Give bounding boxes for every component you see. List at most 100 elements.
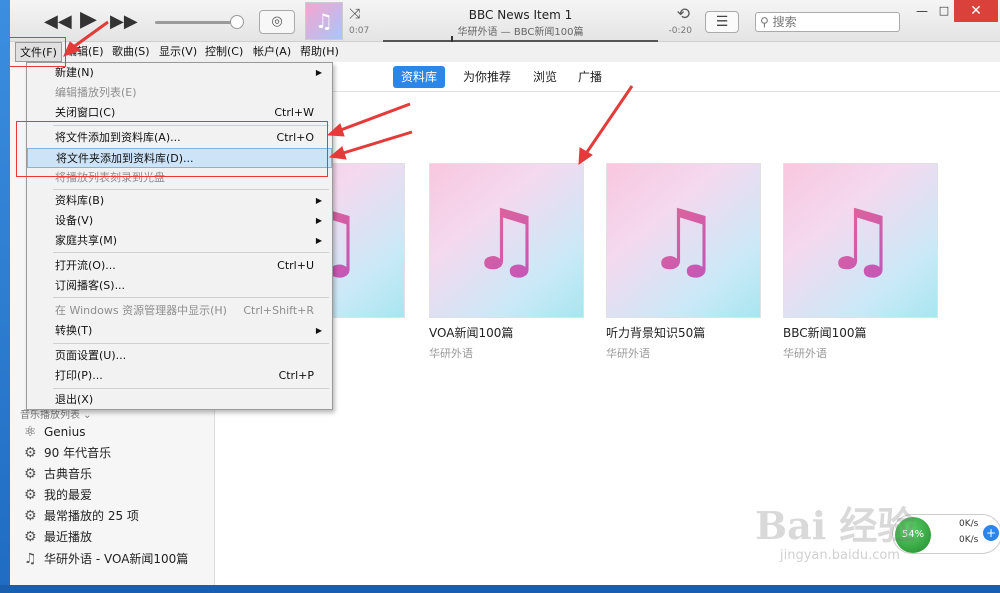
menu-help[interactable]: 帮助(H) [296,42,343,62]
remaining-time: -0:20 [668,26,692,36]
menu-item-show-in-explorer: 在 Windows 资源管理器中显示(H) Ctrl+Shift+R [27,301,332,321]
search-placeholder: 搜索 [772,15,797,29]
menu-item-print[interactable]: 打印(P)... Ctrl+P [27,366,332,386]
menu-item-label: 资料库(B) [55,194,105,207]
menu-item-label: 页面设置(U)... [55,349,127,362]
menu-separator [53,388,329,389]
menu-item-label: 新建(N) [55,66,94,79]
menu-item-page-setup[interactable]: 页面设置(U)... [27,346,332,366]
menu-item-close-window[interactable]: 关闭窗口(C) Ctrl+W [27,103,332,123]
menu-item-devices[interactable]: 设备(V) ▶ [27,211,332,231]
tab-browse[interactable]: 浏览 [525,66,565,88]
album-artist: 华研外语 [429,347,473,360]
music-note-icon: ♫ [430,190,583,290]
now-playing-display: ⤨ ⟲ BBC News Item 1 华研外语 — BBC新闻100篇 0:0… [343,2,698,44]
menu-edit[interactable]: 编辑(E) [62,42,108,62]
genius-icon: ⚛ [24,424,37,440]
submenu-arrow-icon: ▶ [315,196,322,205]
itunes-window: ◀◀ ▶ ▶▶ ◎ ♫ ⤨ ⟲ BBC News Item 1 华研外语 — B… [10,0,1000,585]
menu-separator [53,343,329,344]
album-title[interactable]: 听力背景知识50篇 [606,324,761,341]
menu-account[interactable]: 帐户(A) [249,42,295,62]
album-artwork[interactable]: ♫ [429,163,584,318]
playlist-top25[interactable]: ⚙ 最常播放的 25 项 [24,506,139,526]
menu-separator [53,189,329,190]
maximize-button[interactable]: □ [934,4,954,22]
album-artwork[interactable]: ♫ [783,163,938,318]
menu-controls[interactable]: 控制(C) [201,42,247,62]
menu-item-open-stream[interactable]: 打开流(O)... Ctrl+U [27,256,332,276]
playlist-label: 华研外语 - VOA新闻100篇 [44,552,189,566]
airplay-button[interactable]: ◎ [259,10,295,34]
menu-song[interactable]: 歌曲(S) [108,42,154,62]
submenu-arrow-icon: ▶ [315,236,322,245]
menu-item-exit[interactable]: 退出(X) [27,390,332,410]
playlist-label: Genius [44,425,86,439]
volume-knob[interactable] [230,15,244,29]
playlist-recent[interactable]: ⚙ 最近播放 [24,527,92,547]
watermark-url: jingyan.baidu.com [780,548,900,563]
elapsed-time: 0:07 [349,26,370,36]
watermark-logo: Bai 经验 [755,503,916,548]
submenu-arrow-icon: ▶ [315,326,322,335]
airplay-icon: ◎ [271,14,283,29]
album-card[interactable]: ♫ 听力背景知识50篇 华研外语 [606,163,761,361]
minimize-button[interactable]: — [910,4,934,22]
menu-item-subscribe-podcast[interactable]: 订阅播客(S)... [27,276,332,296]
download-speed: 0K/s [959,535,979,545]
playlist-voa[interactable]: ♫ 华研外语 - VOA新闻100篇 [24,549,188,569]
album-title[interactable]: VOA新闻100篇 [429,324,584,341]
gear-icon: ⚙ [24,487,37,503]
menu-item-convert[interactable]: 转换(T) ▶ [27,321,332,341]
album-artist: 华研外语 [783,347,827,360]
menu-item-label: 退出(X) [55,393,94,406]
gear-icon: ⚙ [24,466,37,482]
close-button[interactable]: ✕ [954,0,998,22]
plus-icon[interactable]: + [983,525,999,541]
search-input[interactable]: ⚲ 搜索 [755,12,900,32]
menu-bar: 文件(F) 编辑(E) 歌曲(S) 显示(V) 控制(C) 帐户(A) 帮助(H… [10,42,1000,62]
playlist-label: 最近播放 [44,530,93,544]
menu-item-label: 关闭窗口(C) [55,106,116,119]
music-note-icon: ♫ [784,190,937,290]
previous-icon[interactable]: ◀◀ [44,12,72,32]
submenu-arrow-icon: ▶ [315,68,322,77]
playlist-label: 我的最爱 [44,488,93,502]
volume-slider[interactable] [155,21,240,24]
tab-for-you[interactable]: 为你推荐 [455,66,519,88]
playlist-label: 古典音乐 [44,467,93,481]
upload-speed: 0K/s [959,519,979,529]
menu-item-label: 家庭共享(M) [55,234,118,247]
playlist-favorites[interactable]: ⚙ 我的最爱 [24,485,92,505]
menu-item-label: 编辑播放列表(E) [55,86,137,99]
playlist-label: 最常播放的 25 项 [44,509,139,523]
album-card[interactable]: ♫ VOA新闻100篇 华研外语 [429,163,584,361]
music-media-icon[interactable]: ♫ [305,2,343,40]
up-next-button[interactable]: ☰ [705,11,739,33]
playlist-classical[interactable]: ⚙ 古典音乐 [24,464,92,484]
taskbar-edge [0,585,1000,593]
menu-item-shortcut: Ctrl+U [277,259,314,272]
menu-view[interactable]: 显示(V) [155,42,201,62]
file-menu-dropdown: 新建(N) ▶ 编辑播放列表(E) 关闭窗口(C) Ctrl+W 将文件添加到资料库… [26,62,333,410]
search-icon: ⚲ [760,15,769,29]
gear-icon: ⚙ [24,445,37,461]
album-title[interactable]: BBC新闻100篇 [783,324,938,341]
menu-item-label: 打印(P)... [55,369,103,382]
player-bar: ◀◀ ▶ ▶▶ ◎ ♫ ⤨ ⟲ BBC News Item 1 华研外语 — B… [10,0,1000,44]
menu-item-label: 设备(V) [55,214,94,227]
playlist-90s[interactable]: ⚙ 90 年代音乐 [24,443,111,463]
tab-radio[interactable]: 广播 [570,66,610,88]
menu-item-shortcut: Ctrl+P [278,369,314,382]
album-artwork[interactable]: ♫ [606,163,761,318]
menu-item-new[interactable]: 新建(N) ▶ [27,63,332,83]
album-card[interactable]: ♫ BBC新闻100篇 华研外语 [783,163,938,361]
next-icon[interactable]: ▶▶ [110,12,138,32]
tab-library[interactable]: 资料库 [393,66,446,88]
playlist-genius[interactable]: ⚛ Genius [24,422,85,442]
menu-item-library[interactable]: 资料库(B) ▶ [27,191,332,211]
menu-item-home-sharing[interactable]: 家庭共享(M) ▶ [27,231,332,251]
menu-item-edit-playlist: 编辑播放列表(E) [27,83,332,103]
play-icon[interactable]: ▶ [80,9,97,31]
menu-separator [53,252,329,253]
